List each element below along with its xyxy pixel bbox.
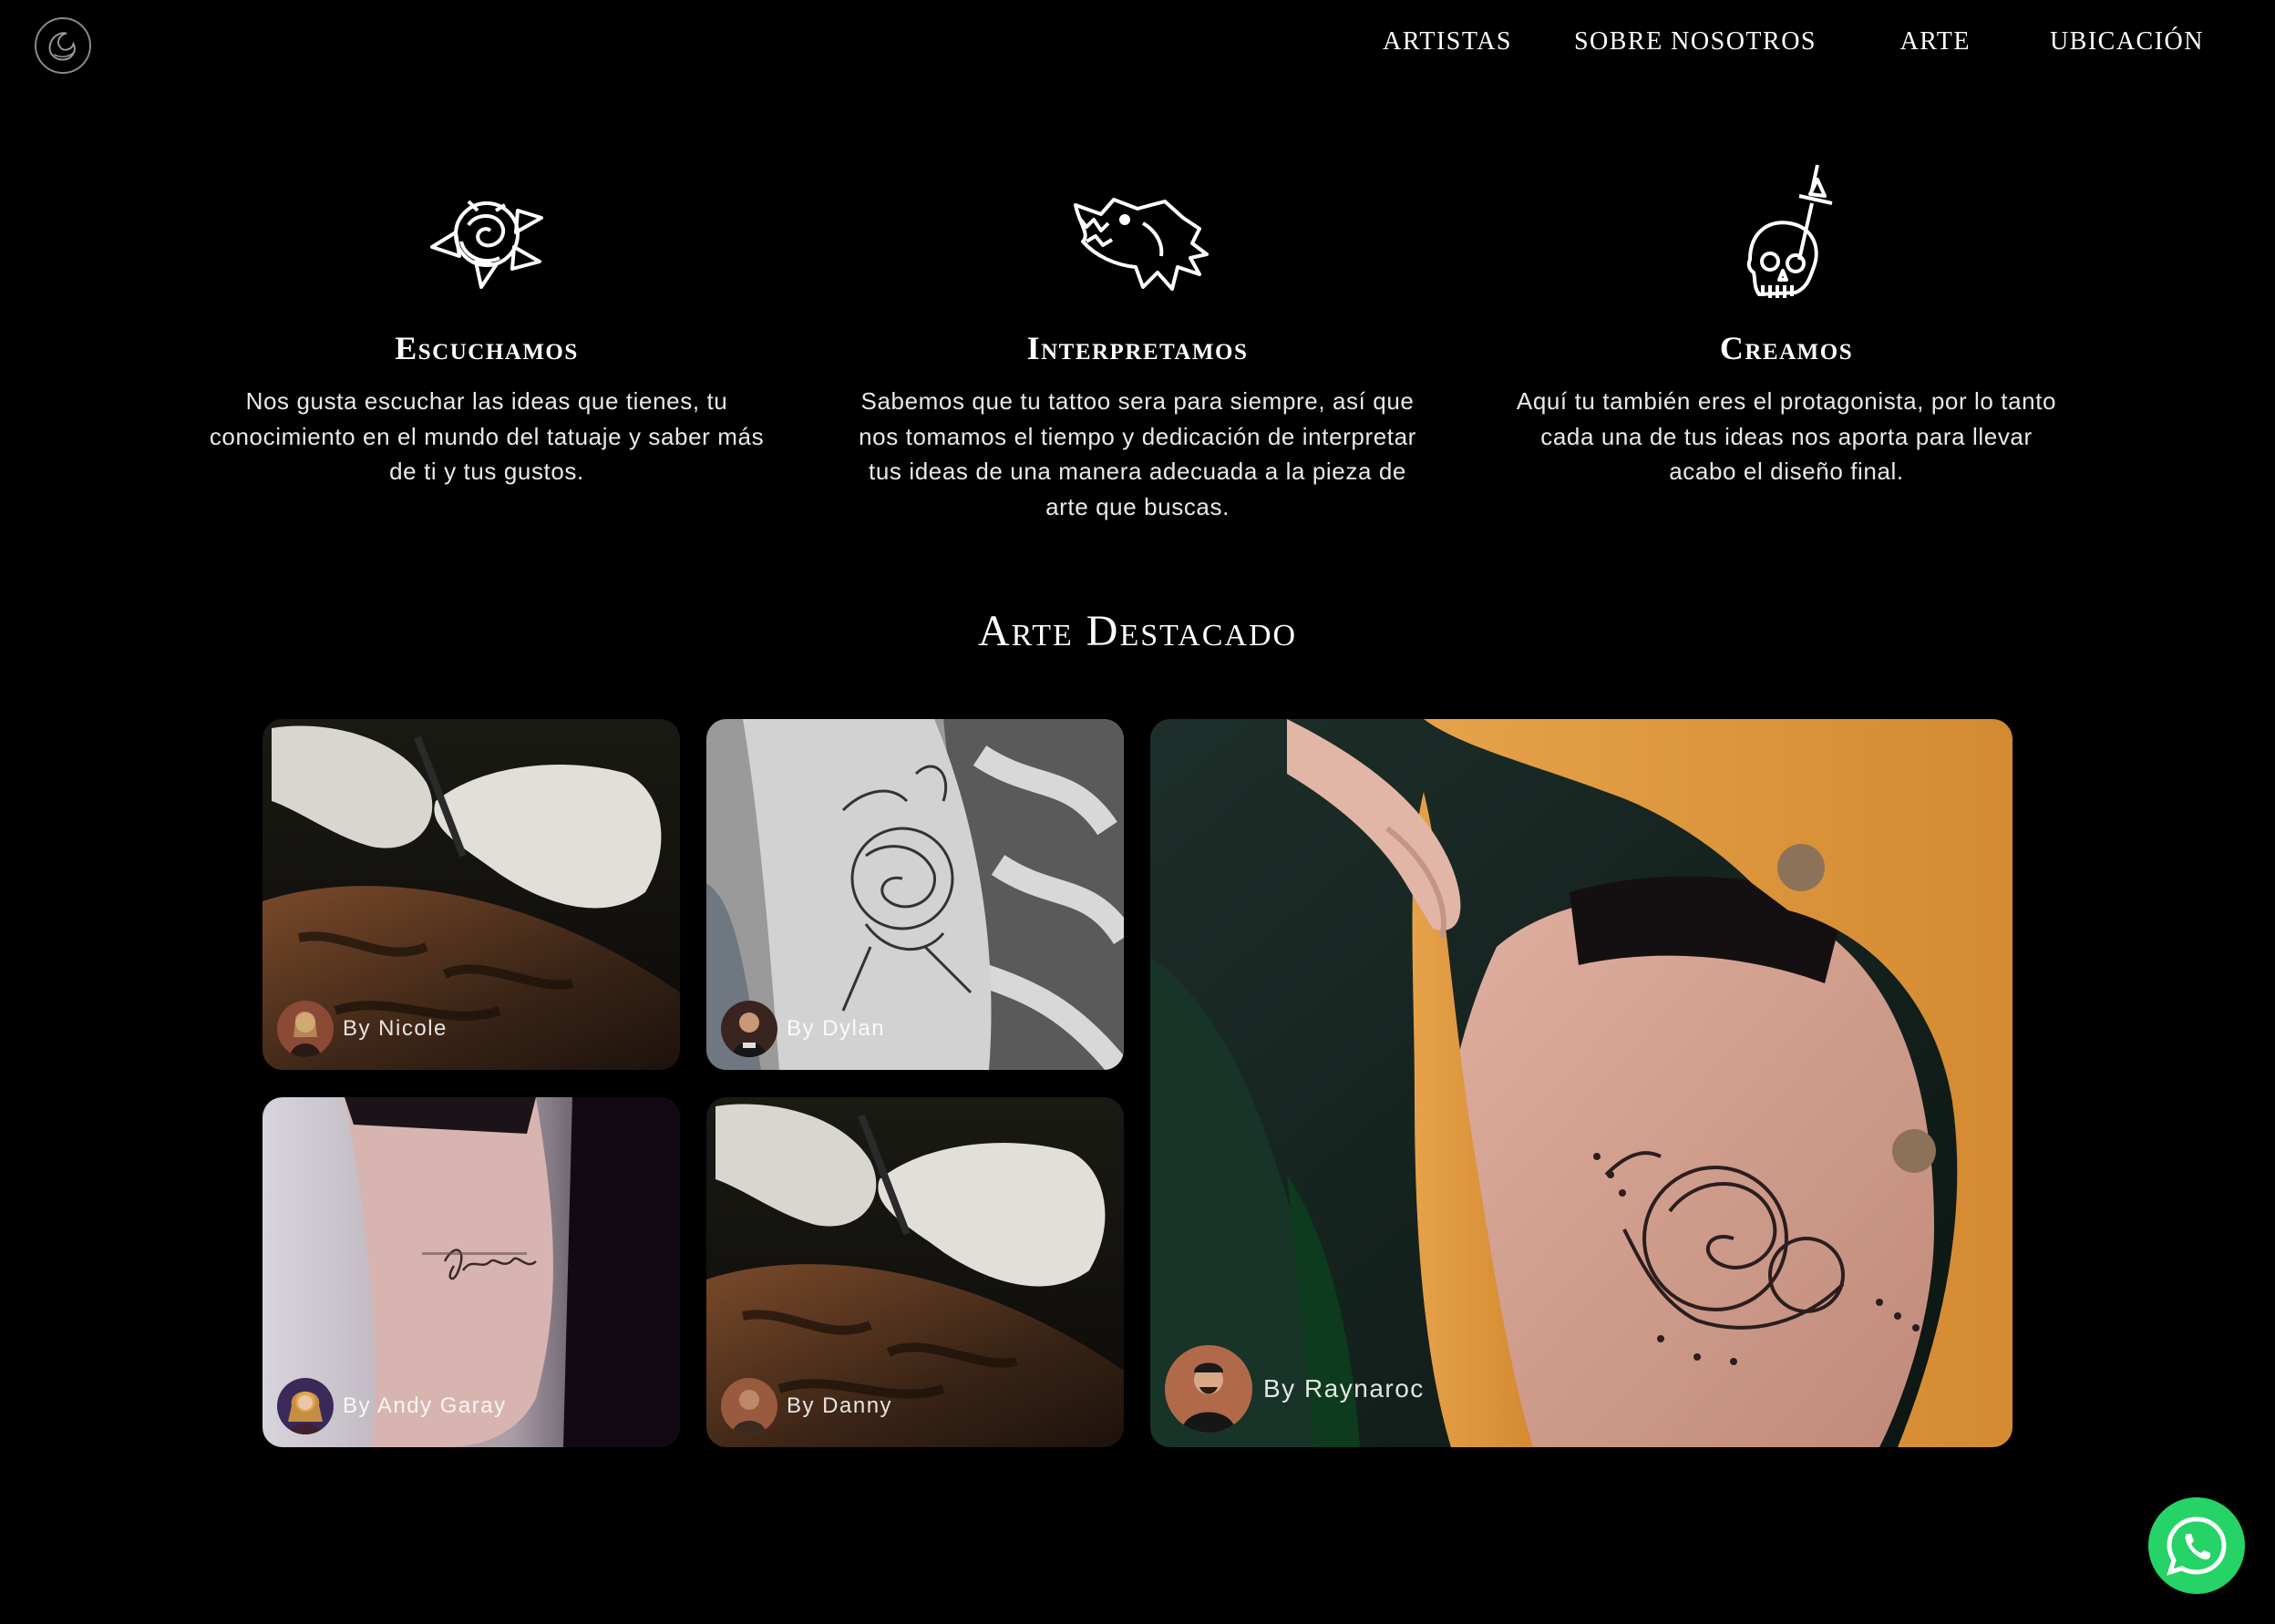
wolf-head-icon [1055,159,1220,324]
avatar [1165,1345,1252,1433]
gallery-card-raynaroc[interactable]: By Raynaroc [1150,719,2012,1447]
feature-title: Interpretamos [1026,330,1249,366]
feature-text: Sabemos que tu tattoo sera para siempre,… [859,387,1416,520]
gallery-card-danny[interactable]: By Danny [706,1097,1124,1447]
tattoo-photo [1150,719,2012,1447]
section-title: Arte Destacado [977,607,1298,655]
feature-text: Aquí tu también eres el protagonista, po… [1516,387,2057,485]
nav-arte[interactable]: ARTE [1900,27,1971,57]
artist-credit: By Nicole [277,1001,448,1057]
feature-escuchamos: Escuchamos Nos gusta escuchar las ideas … [195,159,778,489]
artist-name: By Danny [787,1393,893,1418]
artist-name: By Dylan [787,1016,886,1041]
nav-artistas[interactable]: ARTISTAS [1383,27,1512,57]
artist-name: By Nicole [343,1016,448,1041]
artist-name: By Raynaroc [1263,1374,1425,1403]
artist-name: By Andy Garay [343,1393,507,1418]
artist-credit: By Danny [721,1378,892,1434]
skull-dagger-icon [1704,159,1868,324]
feature-title: Creamos [1719,330,1854,366]
avatar [721,1378,777,1434]
avatar [721,1001,777,1057]
feature-creamos: Creamos Aquí tu también eres el protagon… [1495,159,2078,489]
nav-sobre-nosotros[interactable]: SOBRE NOSOTROS [1574,27,1817,57]
artist-credit: By Andy Garay [277,1378,507,1434]
rose-icon [405,159,569,324]
feature-text: Nos gusta escuchar las ideas que tienes,… [209,387,765,485]
gallery-card-nicole[interactable]: By Nicole [262,719,680,1070]
whatsapp-button[interactable] [2148,1497,2245,1594]
avatar [277,1378,334,1434]
artist-credit: By Raynaroc [1165,1345,1425,1433]
feature-interpretamos: Interpretamos Sabemos que tu tattoo sera… [846,159,1429,524]
gallery-card-andy-garay[interactable]: By Andy Garay [262,1097,680,1447]
gallery-card-dylan[interactable]: By Dylan [706,719,1124,1070]
whatsapp-icon [2167,1516,2227,1576]
feature-title: Escuchamos [395,330,579,366]
studio-logo[interactable] [35,17,91,74]
avatar [277,1001,334,1057]
nav-ubicacion[interactable]: UBICACIÓN [2050,27,2204,57]
artist-credit: By Dylan [721,1001,885,1057]
